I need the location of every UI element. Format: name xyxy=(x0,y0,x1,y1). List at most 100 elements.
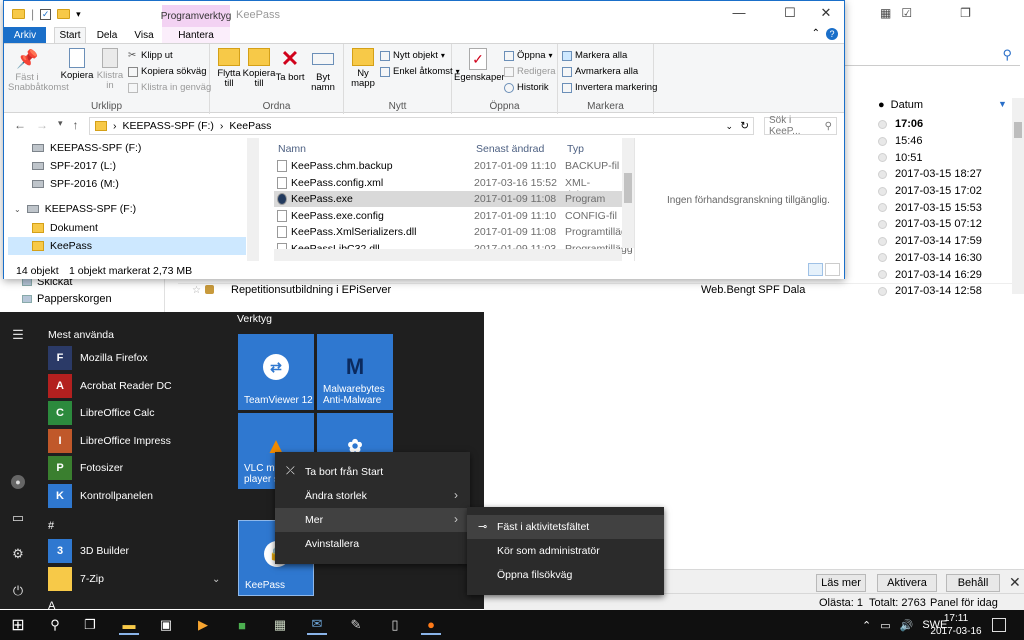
copy-button[interactable]: Kopiera xyxy=(60,48,94,81)
task-icon[interactable]: ☑ xyxy=(901,6,912,20)
menu-item-resize[interactable]: Ändra storlek › xyxy=(275,484,470,508)
address-field[interactable]: › KEEPASS-SPF (F:) › KeePass ⌄ ↻ xyxy=(89,117,754,135)
nav-item-keepass[interactable]: KeePass xyxy=(32,240,92,252)
new-folder-button[interactable]: Ny mapp xyxy=(346,48,380,89)
back-arrow-icon[interactable]: ← xyxy=(14,118,26,132)
scrollbar-thumb[interactable] xyxy=(624,173,632,203)
date-row[interactable]: 2017-03-15 17:02 xyxy=(878,183,1008,200)
date-row[interactable]: 10:51 xyxy=(878,149,1008,166)
firefox-icon[interactable]: ● xyxy=(421,615,441,635)
recent-locations-icon[interactable]: ▾ xyxy=(58,118,63,132)
column-header-name[interactable]: Namn xyxy=(278,143,306,155)
minimize-icon[interactable]: — xyxy=(724,5,754,23)
large-icons-view-icon[interactable] xyxy=(825,263,840,276)
file-row[interactable]: KeePass.exe.config 2017-01-09 11:10 CONFIG… xyxy=(274,208,622,224)
nav-item-drive-f[interactable]: KEEPASS-SPF (F:) xyxy=(32,142,141,154)
nav-item-drive-m[interactable]: SPF-2016 (M:) xyxy=(32,178,119,190)
file-row[interactable]: KeePass.exe 2017-01-09 11:08 Program xyxy=(274,191,622,208)
date-row[interactable]: 2017-03-15 07:12 xyxy=(878,216,1008,233)
expand-chevron-icon[interactable]: ⌄ xyxy=(14,205,21,214)
menu-item-more[interactable]: Mer › xyxy=(275,508,470,532)
app-list-item[interactable]: K Kontrollpanelen xyxy=(48,483,153,508)
open-button[interactable]: Öppna ▾ xyxy=(504,50,553,61)
help-icon[interactable]: ? xyxy=(826,28,838,40)
mail-row[interactable]: ☆ Repetitionsutbildning i EPiServer Web.… xyxy=(178,283,1012,297)
expand-chevron-icon[interactable]: ⌄ xyxy=(212,574,220,585)
search-icon[interactable]: ⚲ xyxy=(45,615,65,635)
date-row[interactable]: 17:06 xyxy=(878,116,1008,133)
read-status-icon[interactable] xyxy=(878,203,887,213)
app-list-item[interactable]: 3 3D Builder xyxy=(48,539,129,563)
nav-item-documents[interactable]: Dokument xyxy=(32,222,98,234)
delete-button[interactable]: ✕ Ta bort xyxy=(275,48,305,83)
tab-view[interactable]: Visa xyxy=(129,27,159,43)
close-icon[interactable]: ✕ xyxy=(1009,574,1021,591)
move-to-button[interactable]: Flytta till xyxy=(212,48,246,89)
date-row[interactable]: 2017-03-14 16:29 xyxy=(878,266,1008,283)
address-dropdown-icon[interactable]: ⌄ xyxy=(725,121,733,132)
breadcrumb-folder[interactable]: KeePass xyxy=(229,120,271,132)
keep-button[interactable]: Behåll xyxy=(946,574,1000,592)
file-list-vscrollbar[interactable] xyxy=(622,138,634,248)
read-more-button[interactable]: Läs mer xyxy=(816,574,866,592)
file-explorer-icon[interactable]: ▬ xyxy=(119,615,139,635)
user-avatar-icon[interactable]: ● xyxy=(11,475,25,489)
clock[interactable]: 17:11 2017-03-16 xyxy=(930,612,982,638)
read-status-icon[interactable] xyxy=(878,186,887,196)
date-row[interactable]: 2017-03-14 16:30 xyxy=(878,250,1008,267)
menu-item-unpin[interactable]: ⤫ Ta bort från Start xyxy=(275,460,470,484)
paste-button[interactable]: Klistra in xyxy=(93,48,127,91)
read-status-icon[interactable] xyxy=(878,136,887,146)
file-row[interactable]: KeePass.chm.backup 2017-01-09 11:10 BACKUP… xyxy=(274,158,622,174)
office-icon[interactable]: ■ xyxy=(232,615,252,635)
menu-item-uninstall[interactable]: Avinstallera xyxy=(275,532,470,556)
read-status-icon[interactable] xyxy=(878,236,887,246)
app-list-item[interactable]: P Fotosizer xyxy=(48,456,123,480)
thunderbird-icon[interactable]: ✉ xyxy=(307,615,327,635)
sort-chevron-icon[interactable]: ▼ xyxy=(998,99,1007,109)
copy-to-button[interactable]: Kopiera till xyxy=(242,48,276,89)
read-status-icon[interactable] xyxy=(878,270,887,280)
mail-search-input[interactable]: ⚲ xyxy=(845,46,1020,66)
media-player-icon[interactable]: ▶ xyxy=(193,615,213,635)
select-none-button[interactable]: Avmarkera alla xyxy=(562,66,638,77)
nav-item-drive-l[interactable]: SPF-2017 (L:) xyxy=(32,160,116,172)
column-header-type[interactable]: Typ xyxy=(567,143,584,155)
folder-trash[interactable]: Papperskorgen xyxy=(22,293,112,305)
gimp-icon[interactable]: ✎ xyxy=(346,615,366,635)
app-list-item[interactable]: I LibreOffice Impress xyxy=(48,428,171,453)
store-icon[interactable]: ▣ xyxy=(156,615,176,635)
read-status-icon[interactable] xyxy=(878,119,887,129)
paste-shortcut-button[interactable]: Klistra in genväg xyxy=(128,82,211,93)
settings-gear-icon[interactable]: ⚙ xyxy=(11,547,25,561)
hamburger-menu-icon[interactable]: ☰ xyxy=(11,328,25,342)
details-view-icon[interactable] xyxy=(808,263,823,276)
customize-dropdown-icon[interactable]: ▾ xyxy=(76,9,81,20)
refresh-icon[interactable]: ↻ xyxy=(740,120,749,132)
date-row[interactable]: 2017-03-15 15:53 xyxy=(878,199,1008,216)
file-row[interactable]: KeePass.XmlSerializers.dll 2017-01-09 11:… xyxy=(274,224,633,240)
tab-start[interactable]: Start xyxy=(54,27,86,43)
properties-quick-icon[interactable]: ✓ xyxy=(40,8,52,20)
document-icon[interactable]: ▯ xyxy=(385,615,405,635)
search-input[interactable]: Sök i KeeP... ⚲ xyxy=(764,115,837,137)
menu-item-open-location[interactable]: Öppna filsökväg xyxy=(467,563,664,587)
tray-up-arrow-icon[interactable]: ⌃ xyxy=(862,619,871,632)
rename-button[interactable]: Byt namn xyxy=(307,48,339,93)
new-folder-quick-icon[interactable] xyxy=(57,9,71,19)
breadcrumb-drive[interactable]: KEEPASS-SPF (F:) xyxy=(123,120,214,132)
volume-icon[interactable]: 🔊 xyxy=(900,619,914,632)
date-column-header[interactable]: ● Datum ▼ xyxy=(878,99,1007,111)
task-view-icon[interactable]: ❐ xyxy=(80,615,100,635)
section-letter-hash[interactable]: # xyxy=(48,520,54,532)
tab-share[interactable]: Dela xyxy=(92,27,122,43)
tiles-group-heading[interactable]: Verktyg xyxy=(237,313,272,325)
app-list-item[interactable]: F Mozilla Firefox xyxy=(48,346,148,370)
app-list-item[interactable]: A Acrobat Reader DC xyxy=(48,373,172,398)
file-row[interactable]: KeePass.config.xml2017-03-16 15:52XML-do… xyxy=(274,175,622,201)
app-list-item[interactable]: C LibreOffice Calc xyxy=(48,401,155,425)
calendar-icon[interactable]: ▦ xyxy=(880,6,891,20)
up-arrow-icon[interactable]: ↑ xyxy=(73,118,79,132)
app-list-item[interactable]: 7-Zip xyxy=(48,566,104,591)
tile-teamviewer[interactable]: ⇄ TeamViewer 12 xyxy=(238,334,314,410)
